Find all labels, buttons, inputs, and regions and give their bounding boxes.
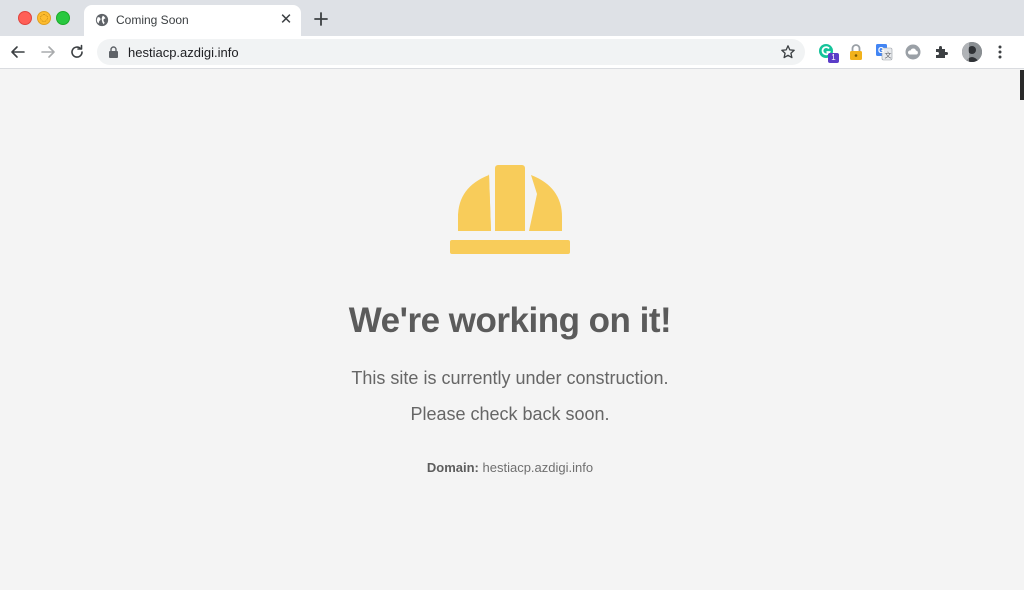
more-menu-icon[interactable] bbox=[991, 43, 1009, 61]
window-minimize-button[interactable] bbox=[37, 11, 51, 25]
page-content: We're working on it! This site is curren… bbox=[0, 69, 1024, 590]
window-close-button[interactable] bbox=[18, 11, 32, 25]
check-back-message: Please check back soon. bbox=[410, 404, 610, 424]
globe-icon bbox=[95, 13, 109, 27]
person-avatar-icon bbox=[962, 42, 982, 62]
profile-avatar[interactable] bbox=[962, 42, 982, 62]
tab-title: Coming Soon bbox=[116, 13, 189, 27]
tab-close-icon[interactable]: ✕ bbox=[279, 12, 293, 27]
domain-info: Domain: hestiacp.azdigi.info bbox=[0, 460, 1020, 475]
bookmark-star-icon[interactable] bbox=[780, 44, 796, 60]
tab-strip: Coming Soon ✕ bbox=[0, 0, 1024, 36]
grammarly-extension-icon[interactable]: 1 bbox=[818, 43, 839, 63]
url-text[interactable]: hestiacp.azdigi.info bbox=[128, 45, 239, 60]
translate-extension-icon[interactable]: G 文 bbox=[875, 43, 893, 61]
password-lock-extension-icon[interactable] bbox=[847, 43, 865, 61]
puzzle-extensions-icon[interactable] bbox=[933, 43, 951, 61]
browser-toolbar: hestiacp.azdigi.info 1 G 文 bbox=[0, 36, 1024, 69]
svg-text:文: 文 bbox=[885, 51, 892, 60]
domain-value: hestiacp.azdigi.info bbox=[482, 460, 594, 475]
browser-tab[interactable]: Coming Soon ✕ bbox=[84, 5, 301, 36]
reload-icon[interactable] bbox=[69, 44, 85, 60]
lock-icon[interactable] bbox=[108, 46, 119, 58]
new-tab-icon[interactable] bbox=[312, 10, 330, 28]
address-bar[interactable]: hestiacp.azdigi.info bbox=[97, 39, 805, 65]
hard-hat-icon bbox=[450, 165, 570, 254]
extension-badge: 1 bbox=[828, 53, 839, 63]
window-maximize-button[interactable] bbox=[56, 11, 70, 25]
forward-arrow-icon[interactable] bbox=[40, 44, 56, 60]
domain-label: Domain: bbox=[426, 460, 479, 475]
back-arrow-icon[interactable] bbox=[10, 44, 26, 60]
construction-message: This site is currently under constructio… bbox=[351, 368, 669, 388]
page-headline: We're working on it! bbox=[348, 301, 672, 340]
svg-text:G: G bbox=[878, 46, 884, 55]
cloud-extension-icon[interactable] bbox=[904, 43, 922, 61]
